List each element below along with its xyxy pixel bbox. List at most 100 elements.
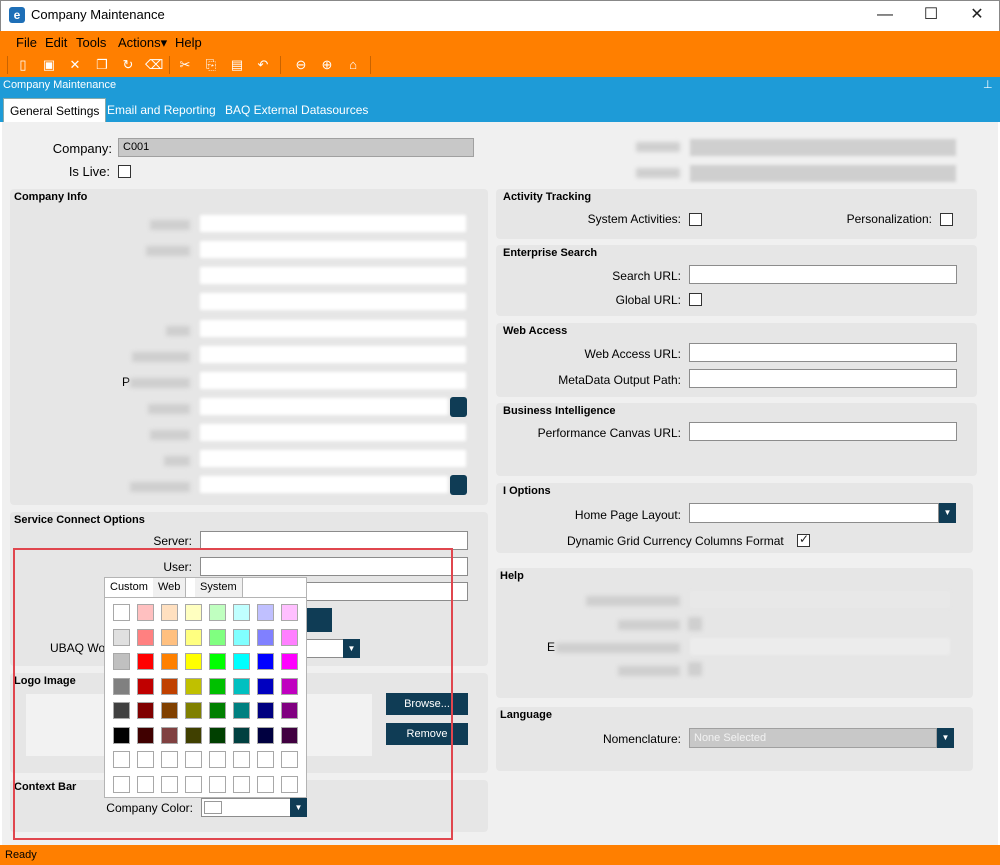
global-url-label: Global URL: (615, 293, 681, 307)
edition-label-redacted (636, 168, 680, 178)
dynamic-grid-checkbox[interactable] (797, 532, 810, 547)
activity-tracking-title: Activity Tracking (503, 191, 592, 203)
global-url-checkbox[interactable] (689, 293, 702, 306)
menu-edit[interactable]: Edit (45, 35, 67, 50)
business-intelligence-title: Business Intelligence (503, 405, 616, 417)
tab-baq-external[interactable]: BAQ External Datasources (219, 98, 374, 122)
address2-field-redacted (200, 267, 466, 284)
metadata-output-path-label: MetaData Output Path: (558, 373, 681, 387)
server-label: Server: (153, 534, 192, 548)
name-field-redacted (200, 215, 466, 232)
company-field[interactable]: C001 (118, 138, 474, 157)
search-url-input[interactable] (689, 265, 957, 284)
toolbar-separator (169, 56, 170, 74)
highlight-frame (13, 548, 453, 840)
phone-field-redacted (200, 424, 466, 441)
performance-canvas-url-input[interactable] (689, 422, 957, 441)
tab-email-reporting[interactable]: Email and Reporting (101, 98, 222, 122)
chevron-down-icon[interactable]: ▼ (937, 728, 954, 748)
toolbar-separator (7, 56, 8, 74)
nomenclature-label: Nomenclature: (602, 732, 681, 746)
window-title: Company Maintenance (31, 7, 165, 22)
enterprise-search-title: Enterprise Search (503, 247, 598, 259)
help-education-field-redacted (690, 638, 950, 655)
performance-canvas-url-label: Performance Canvas URL: (537, 426, 681, 440)
help-field-redacted (690, 591, 950, 608)
postal-label-partial: P (122, 375, 131, 389)
timezone-field-redacted (200, 476, 448, 493)
city-label-redacted (166, 326, 190, 336)
toolbar-separator (370, 56, 371, 74)
service-connect-title: Service Connect Options (14, 514, 145, 526)
cut-icon[interactable]: ✂ (176, 56, 194, 74)
system-activities-checkbox[interactable] (689, 213, 702, 226)
is-live-checkbox[interactable] (118, 165, 131, 178)
copy-clipboard-icon[interactable]: ⎘ (202, 56, 220, 74)
personalization-label: Personalization: (846, 212, 932, 226)
address-field-redacted (200, 241, 466, 258)
home-icon[interactable]: ⌂ (344, 56, 362, 74)
web-access-title: Web Access (503, 325, 568, 337)
forward-icon[interactable]: ⊕ (318, 56, 336, 74)
paste-icon[interactable]: ▤ (228, 56, 246, 74)
country-field-redacted (200, 398, 448, 415)
maximize-button[interactable]: ☐ (908, 0, 954, 31)
chevron-down-icon[interactable]: ▼ (939, 503, 956, 523)
dynamic-grid-label: Dynamic Grid Currency Columns Format (567, 534, 784, 548)
minimize-button[interactable]: — (862, 0, 908, 31)
ui-options-title: I Options (503, 485, 551, 497)
postal-field-redacted (200, 372, 466, 389)
pin-icon[interactable]: ⊥ (983, 78, 993, 91)
help-url2-label-redacted (618, 666, 680, 676)
language-title: Language (500, 709, 552, 721)
country-dropdown-icon[interactable] (450, 397, 467, 417)
product-field-redacted (690, 139, 956, 156)
menu-tools[interactable]: Tools (76, 35, 106, 50)
timezone-label-redacted (130, 482, 190, 492)
metadata-output-path-input[interactable] (689, 369, 957, 388)
app-icon: e (9, 7, 25, 23)
nomenclature-select[interactable]: None Selected (689, 728, 937, 748)
fax-label-redacted (164, 456, 190, 466)
help-url-label-redacted (618, 620, 680, 630)
help-education-label-redacted (556, 643, 680, 653)
status-text: Ready (5, 849, 37, 861)
new-icon[interactable]: ▯ (14, 56, 32, 74)
country-label-redacted (148, 404, 190, 414)
form-title: Company Maintenance (3, 79, 117, 91)
address-label-redacted (146, 246, 190, 256)
clear-icon[interactable]: ⌫ (145, 56, 163, 74)
home-page-layout-label: Home Page Layout: (574, 508, 681, 522)
status-bar: Ready (0, 845, 1000, 865)
menu-help[interactable]: Help (175, 35, 202, 50)
city-field-redacted (200, 320, 466, 337)
refresh-icon[interactable]: ↻ (119, 56, 137, 74)
company-label: Company: (52, 141, 112, 156)
company-info-title: Company Info (14, 191, 88, 203)
personalization-checkbox[interactable] (940, 213, 953, 226)
help-label-redacted (586, 596, 680, 606)
close-button[interactable]: ✕ (954, 0, 1000, 31)
help-partial-label: E (547, 640, 556, 654)
menu-actions[interactable]: Actions▾ (118, 35, 167, 51)
tab-general-settings[interactable]: General Settings (3, 98, 107, 122)
save-icon[interactable]: ▣ (40, 56, 58, 74)
toolbar-separator (280, 56, 281, 74)
back-icon[interactable]: ⊖ (292, 56, 310, 74)
undo-icon[interactable]: ↶ (254, 56, 272, 74)
web-access-url-input[interactable] (689, 343, 957, 362)
state-label-redacted (132, 352, 190, 362)
name-label-redacted (150, 220, 190, 230)
delete-icon[interactable]: ✕ (66, 56, 84, 74)
copy-icon[interactable]: ❐ (93, 56, 111, 74)
home-page-layout-select[interactable] (689, 503, 939, 523)
postal-label-redacted (130, 378, 190, 388)
system-activities-label: System Activities: (587, 212, 681, 226)
state-field-redacted (200, 346, 466, 363)
product-label-redacted (636, 142, 680, 152)
edition-field-redacted (690, 165, 956, 182)
timezone-dropdown-icon[interactable] (450, 475, 467, 495)
help-group (496, 568, 973, 698)
form-header: Company Maintenance (0, 77, 1000, 94)
menu-file[interactable]: File (16, 35, 37, 50)
